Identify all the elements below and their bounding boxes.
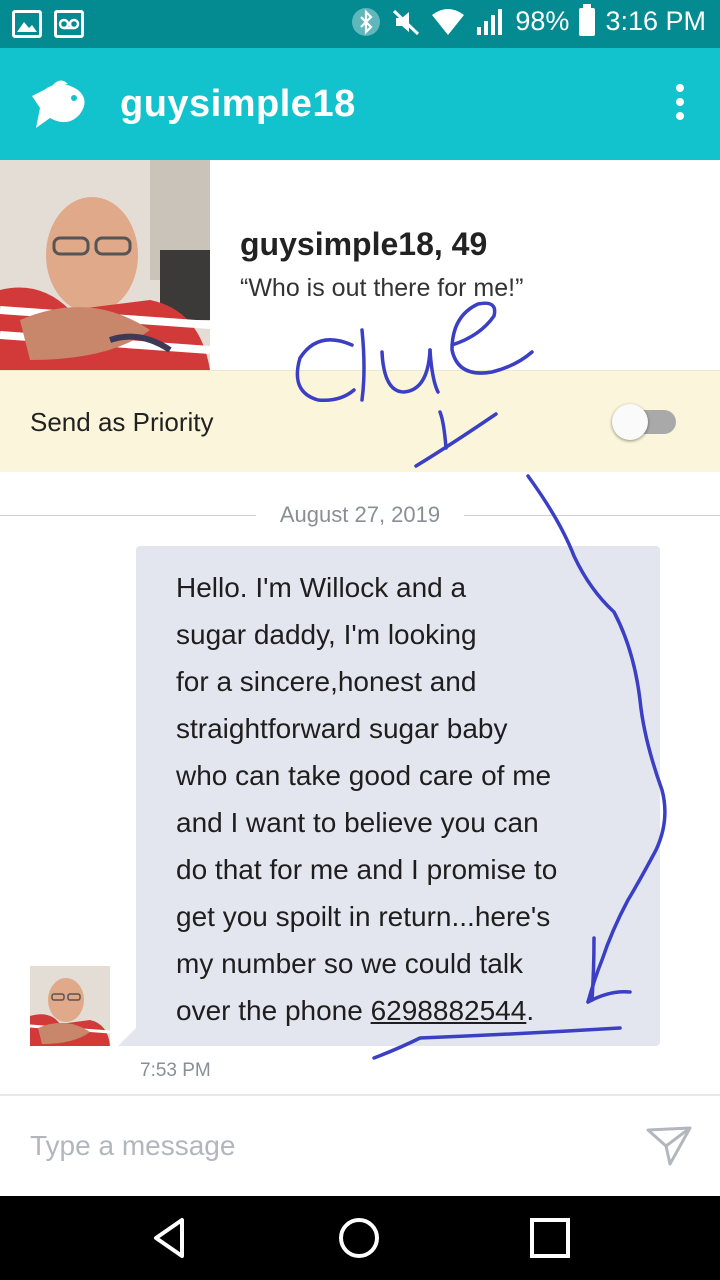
conversation-date: August 27, 2019 [279,502,441,527]
mute-icon [393,9,420,35]
message-suffix: . [526,995,535,1026]
battery-icon [579,3,596,36]
message-timestamp: 7:53 PM [140,1060,211,1081]
profile-header[interactable]: guysimple18, 49 “Who is out there for me… [0,160,720,370]
system-nav-bar [0,1196,720,1280]
message-text: Hello. I'm Willock and a sugar daddy, I'… [176,564,626,1034]
app-bar: guysimple18 [0,48,720,160]
send-as-priority-row[interactable]: Send as Priority [0,370,720,472]
sender-avatar[interactable] [30,966,110,1046]
back-nav-icon[interactable] [148,1214,196,1262]
conversation-title: guysimple18 [120,83,356,125]
signal-icon [477,8,503,35]
home-nav-icon[interactable] [335,1214,383,1262]
priority-label: Send as Priority [30,407,214,437]
voicemail-icon [54,10,84,38]
status-bar: 98% 3:16 PM [0,0,720,48]
wifi-icon [432,8,465,35]
bluetooth-icon [352,7,381,36]
fish-logo-icon[interactable] [30,76,92,132]
more-vert-icon[interactable] [674,84,686,124]
message-bubble[interactable]: Hello. I'm Willock and a sugar daddy, I'… [136,546,660,1046]
profile-photo[interactable] [0,160,210,370]
priority-toggle[interactable] [612,404,676,440]
recents-nav-icon[interactable] [526,1214,574,1262]
profile-tagline: “Who is out there for me!” [240,274,524,302]
message-composer [0,1094,720,1196]
message-body: Hello. I'm Willock and a sugar daddy, I'… [176,572,558,1026]
phone-number-link[interactable]: 6298882544 [371,995,527,1026]
profile-name-age: guysimple18, 49 [240,226,488,262]
gallery-icon [12,10,42,38]
clock-time: 3:16 PM [605,6,706,36]
date-divider: August 27, 2019 [0,500,720,532]
battery-percent: 98% [515,6,570,36]
message-input[interactable] [30,1126,590,1166]
send-icon[interactable] [644,1120,694,1170]
